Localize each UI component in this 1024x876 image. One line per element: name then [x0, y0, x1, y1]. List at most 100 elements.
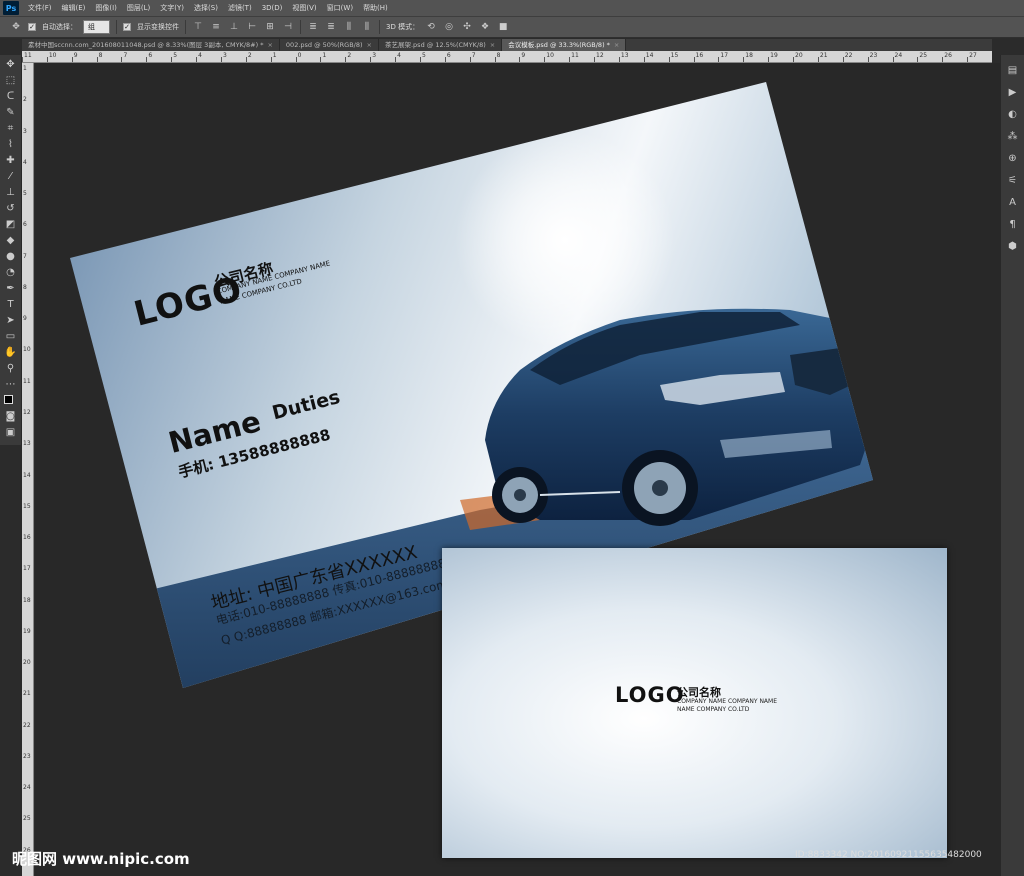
- align-right-icon[interactable]: ⊣: [282, 21, 294, 33]
- close-icon[interactable]: ×: [367, 41, 372, 49]
- menu-type[interactable]: 文字(Y): [155, 3, 189, 13]
- align-bottom-icon[interactable]: ⊥: [228, 21, 240, 33]
- show-transform-checkbox[interactable]: ✓: [123, 23, 131, 31]
- roll-3d-icon[interactable]: ◎: [443, 21, 455, 33]
- close-icon[interactable]: ×: [490, 41, 495, 49]
- stamp-tool-icon[interactable]: ⊥: [3, 185, 19, 201]
- ruler-tick: [544, 57, 546, 62]
- ruler-tick-label: 11: [571, 52, 579, 59]
- back-company-sub: COMPANY NAME COMPANY NAME NAME COMPANY C…: [677, 698, 777, 714]
- quick-select-tool-icon[interactable]: ✎: [3, 105, 19, 121]
- distribute-icon[interactable]: ≣: [325, 21, 337, 33]
- properties-icon[interactable]: ⚟: [1004, 171, 1022, 191]
- history-panel-icon[interactable]: ▤: [1004, 61, 1022, 81]
- move-tool-icon[interactable]: ✥: [3, 57, 19, 73]
- app-logo[interactable]: Ps: [3, 1, 19, 15]
- menu-edit[interactable]: 编辑(E): [57, 3, 91, 13]
- ruler-tick-label: 0: [297, 52, 302, 59]
- hand-tool-icon[interactable]: ✋: [3, 345, 19, 361]
- align-top-icon[interactable]: ⊤: [192, 21, 204, 33]
- close-icon[interactable]: ×: [267, 41, 272, 49]
- ruler-tick-label: 2: [23, 96, 27, 104]
- clone-source-icon[interactable]: ⊕: [1004, 149, 1022, 169]
- ruler-tick: [594, 57, 596, 62]
- menu-layer[interactable]: 图层(L): [122, 3, 155, 13]
- zoom-tool-icon[interactable]: ⚲: [3, 361, 19, 377]
- ruler-tick-label: 5: [173, 52, 178, 59]
- menu-view[interactable]: 视图(V): [287, 3, 321, 13]
- pan-3d-icon[interactable]: ✣: [461, 21, 473, 33]
- align-center-icon[interactable]: ⊞: [264, 21, 276, 33]
- ruler-tick: [220, 57, 222, 62]
- ruler-tick-label: 5: [23, 190, 27, 198]
- auto-select-label: 自动选择：: [42, 23, 77, 31]
- menu-image[interactable]: 图像(I): [90, 3, 122, 13]
- distribute-icon[interactable]: ⫼: [343, 21, 355, 33]
- rotate-3d-icon[interactable]: ⟲: [425, 21, 437, 33]
- menu-window[interactable]: 窗口(W): [322, 3, 358, 13]
- ruler-tick: [196, 57, 198, 62]
- ruler-tick-label: 7: [23, 252, 27, 260]
- distribute-icon[interactable]: ⫼: [361, 21, 373, 33]
- 3d-panel-icon[interactable]: ⬢: [1004, 237, 1022, 257]
- ruler-tick-label: 7: [471, 52, 476, 59]
- ruler-tick-label: 16: [695, 52, 704, 59]
- ruler-top: 11 10 9 8 7 6 5 4 3 2 1 0 1 2 3 4 5 6 7 8 9 10 11 12 13 14 15 16 17 1…: [22, 51, 992, 63]
- adjustments-icon[interactable]: ◐: [1004, 105, 1022, 125]
- menu-select[interactable]: 选择(S): [189, 3, 223, 13]
- auto-select-dropdown[interactable]: 组: [83, 20, 110, 34]
- history-brush-icon[interactable]: ↺: [3, 201, 19, 217]
- close-icon[interactable]: ×: [614, 41, 619, 49]
- align-middle-icon[interactable]: ≡: [210, 21, 222, 33]
- lasso-tool-icon[interactable]: ᑕ: [3, 89, 19, 105]
- ruler-tick: [718, 57, 720, 62]
- doc-tab[interactable]: 素材中国sccnn.com_20160801104​8.psd @ 8.33%(…: [22, 39, 280, 51]
- ruler-tick: [942, 57, 944, 62]
- path-select-icon[interactable]: ➤: [3, 313, 19, 329]
- more-tools-icon[interactable]: ⋯: [3, 377, 19, 393]
- move-tool-icon[interactable]: ✥: [10, 21, 22, 33]
- healing-brush-icon[interactable]: ✚: [3, 153, 19, 169]
- menu-3d[interactable]: 3D(D): [257, 4, 288, 12]
- ruler-tick-label: 10: [48, 52, 57, 59]
- shape-tool-icon[interactable]: ▭: [3, 329, 19, 345]
- marquee-tool-icon[interactable]: ⬚: [3, 73, 19, 89]
- character-panel-icon[interactable]: A: [1004, 193, 1022, 213]
- brush-panel-icon[interactable]: ⁂: [1004, 127, 1022, 147]
- ruler-tick-label: 20: [795, 52, 803, 59]
- eraser-tool-icon[interactable]: ◩: [3, 217, 19, 233]
- menu-filter[interactable]: 滤镜(T): [223, 3, 257, 13]
- ruler-tick: [867, 57, 869, 62]
- slide-3d-icon[interactable]: ❖: [479, 21, 491, 33]
- menu-help[interactable]: 帮助(H): [358, 3, 393, 13]
- doc-tab[interactable]: 002.psd @ 50%(RGB/8) ×: [279, 39, 379, 51]
- dodge-tool-icon[interactable]: ◔: [3, 265, 19, 281]
- color-swatch-icon[interactable]: [3, 393, 19, 409]
- eyedropper-tool-icon[interactable]: ⌇: [3, 137, 19, 153]
- ruler-tick-label: 18: [23, 596, 31, 604]
- ruler-tick-label: 26: [944, 52, 952, 59]
- distribute-icon[interactable]: ≣: [307, 21, 319, 33]
- actions-panel-icon[interactable]: ▶: [1004, 83, 1022, 103]
- divider: [379, 20, 380, 34]
- align-left-icon[interactable]: ⊢: [246, 21, 258, 33]
- screen-mode-icon[interactable]: ▣: [3, 425, 19, 441]
- doc-tab-active[interactable]: 会议模板.psd @ 33.3%(RGB/8) * ×: [502, 39, 627, 51]
- type-tool-icon[interactable]: T: [3, 297, 19, 313]
- show-transform-label: 显示变换控件: [137, 23, 179, 31]
- brush-tool-icon[interactable]: ⁄: [3, 169, 19, 185]
- ruler-tick-label: 24: [894, 52, 903, 59]
- ruler-tick: [768, 57, 770, 62]
- crop-tool-icon[interactable]: ⌗: [3, 121, 19, 137]
- menu-file[interactable]: 文件(F): [23, 3, 57, 13]
- auto-select-checkbox[interactable]: ✓: [28, 23, 36, 31]
- blur-tool-icon[interactable]: ●: [3, 249, 19, 265]
- pen-tool-icon[interactable]: ✒: [3, 281, 19, 297]
- paint-bucket-icon[interactable]: ◆: [3, 233, 19, 249]
- quick-mask-icon[interactable]: ◙: [3, 409, 19, 425]
- document-tabs: 素材中国sccnn.com_20160801104​8.psd @ 8.33%(…: [22, 39, 992, 51]
- divider: [116, 20, 117, 34]
- doc-tab[interactable]: 茶艺展架.psd @ 12.5%(CMYK/8) ×: [378, 39, 503, 51]
- paragraph-panel-icon[interactable]: ¶: [1004, 215, 1022, 235]
- scale-3d-icon[interactable]: ■: [497, 21, 509, 33]
